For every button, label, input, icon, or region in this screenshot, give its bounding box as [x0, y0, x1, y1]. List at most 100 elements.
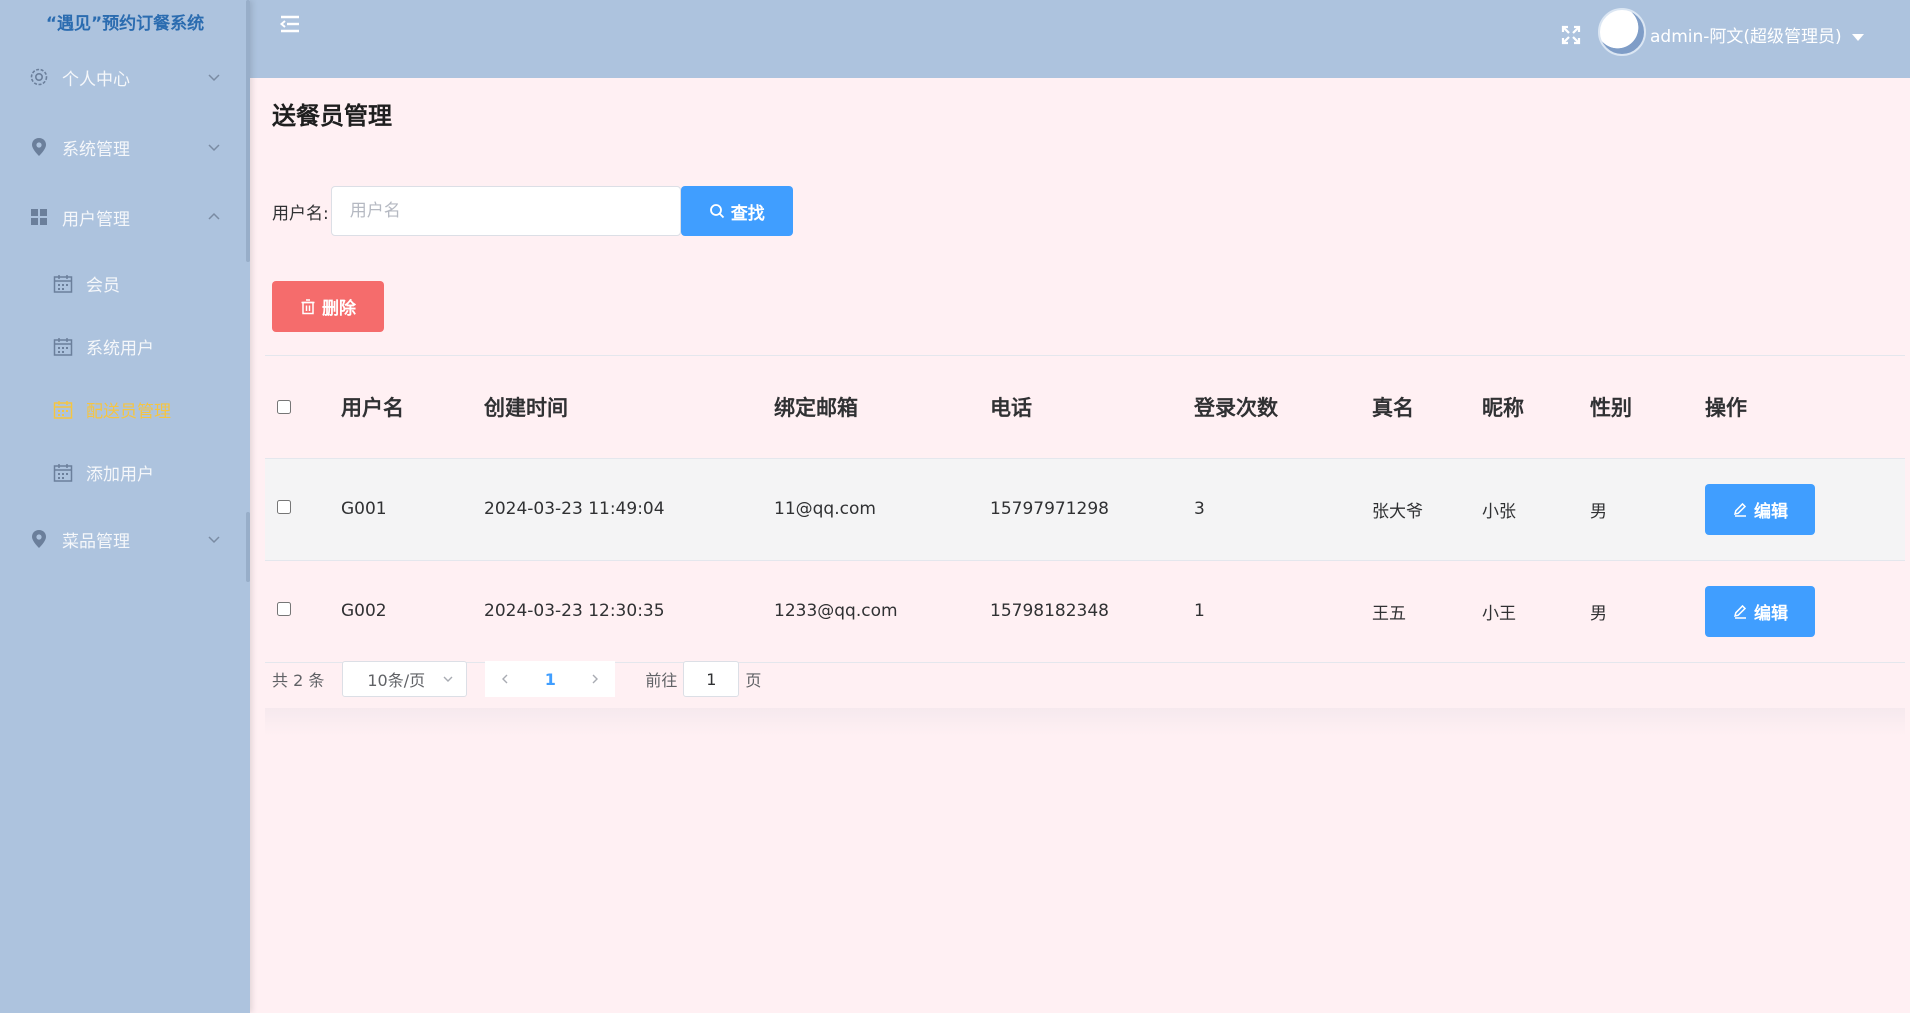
sidebar-item-label: 会员 [86, 276, 120, 296]
cell-logins: 3 [1194, 499, 1205, 519]
row-select-cell [265, 560, 341, 662]
page-size-select[interactable]: 10条/页 [342, 661, 468, 697]
top-header: admin-阿文(超级管理员) [250, 0, 1910, 78]
delete-button[interactable]: 删除 [272, 281, 384, 332]
calendar-icon [52, 273, 74, 295]
search-label: 用户名: [272, 203, 329, 224]
column-header: 操作 [1705, 356, 1905, 459]
row-checkbox[interactable] [277, 602, 291, 616]
sidebar-item-personal-center[interactable]: 个人中心 [0, 42, 250, 112]
column-header[interactable]: 用户名 [341, 356, 484, 459]
table-header-row: 用户名 创建时间 绑定邮箱 电话 登录次数 真名 昵称 性别 操作 [265, 356, 1905, 459]
edit-button-label: 编辑 [1754, 501, 1788, 522]
cell-realname: 张大爷 [1372, 501, 1423, 522]
cell-username: G001 [341, 499, 387, 519]
sidebar-item-label: 系统管理 [62, 139, 130, 160]
column-header[interactable]: 真名 [1372, 356, 1482, 459]
sidebar-item-add-user[interactable]: 添加用户 [0, 441, 250, 504]
cell-nickname: 小张 [1482, 501, 1516, 522]
goto-page-input[interactable] [683, 661, 740, 697]
edit-icon [1732, 501, 1748, 517]
column-header[interactable]: 创建时间 [484, 356, 774, 459]
edit-button[interactable]: 编辑 [1705, 483, 1815, 535]
search-icon [709, 203, 725, 219]
sidebar-item-system-users[interactable]: 系统用户 [0, 315, 250, 378]
cell-gender: 男 [1590, 501, 1607, 522]
edit-button[interactable]: 编辑 [1705, 585, 1815, 637]
page-title: 送餐员管理 [272, 102, 392, 130]
page-size-value: 10条/页 [367, 671, 426, 690]
cell-action: 编辑 [1705, 560, 1905, 662]
chevron-right-icon [592, 674, 599, 684]
location-pin-icon [28, 136, 50, 158]
search-button[interactable]: 查找 [680, 186, 793, 236]
column-header[interactable]: 性别 [1590, 356, 1705, 459]
cell-gender: 男 [1590, 603, 1607, 624]
sidebar-item-dish-management[interactable]: 菜品管理 [0, 504, 250, 574]
pagination: 共 2 条 10条/页 1 前往 页 [272, 661, 761, 697]
delete-button-label: 删除 [322, 299, 356, 319]
user-name-label: admin-阿文(超级管理员) [1650, 27, 1842, 47]
sidebar-menu: 个人中心 系统管理 用户管理 会员 系统用户 配送员管理 添加用户 菜品管理 [0, 42, 250, 574]
app-title: “遇见”预约订餐系统 [45, 13, 205, 34]
row-select-cell [265, 458, 341, 560]
sidebar-item-members[interactable]: 会员 [0, 252, 250, 315]
trash-icon [300, 298, 316, 315]
prev-page-button[interactable] [485, 661, 525, 697]
search-form: 用户名: 查找 [272, 186, 793, 236]
edit-button-label: 编辑 [1754, 603, 1788, 624]
chevron-left-icon [502, 674, 508, 684]
edit-icon [1732, 603, 1748, 619]
sidebar-scrollbar-lower[interactable] [246, 512, 250, 582]
main-content: 送餐员管理 用户名: 查找 删除 用户名 创建时间 绑定 [250, 78, 1910, 1013]
pagination-nav: 1 [485, 661, 616, 697]
select-all-cell [265, 356, 341, 459]
cell-realname: 王五 [1372, 603, 1406, 624]
calendar-icon [52, 462, 74, 484]
cell-created: 2024-03-23 11:49:04 [484, 499, 665, 519]
chevron-down-icon [208, 144, 220, 152]
cell-created: 2024-03-23 12:30:35 [484, 601, 665, 621]
sidebar-item-label: 添加用户 [86, 465, 154, 485]
pagination-total: 共 2 条 [272, 671, 325, 690]
table-row[interactable]: G002 2024-03-23 12:30:35 1233@qq.com 157… [265, 560, 1905, 662]
sidebar-item-label: 个人中心 [62, 69, 130, 90]
column-header[interactable]: 电话 [990, 356, 1194, 459]
cell-email: 11@qq.com [774, 499, 876, 519]
table-row[interactable]: G001 2024-03-23 11:49:04 11@qq.com 15797… [265, 458, 1905, 560]
sidebar-item-label: 用户管理 [62, 209, 130, 230]
goto-label: 前往 [645, 671, 678, 690]
next-page-button[interactable] [575, 661, 615, 697]
chevron-down-icon [208, 536, 220, 544]
user-menu[interactable]: admin-阿文(超级管理员) [1650, 22, 1864, 47]
location-pin-icon [28, 528, 50, 550]
search-input[interactable] [330, 186, 681, 236]
goto-suffix: 页 [745, 671, 762, 690]
chevron-down-icon [208, 74, 220, 82]
cell-phone: 15798182348 [990, 601, 1109, 621]
sidebar-scrollbar[interactable] [246, 0, 250, 262]
sidebar: “遇见”预约订餐系统 个人中心 系统管理 用户管理 会员 系统用户 配送员管理 … [0, 0, 250, 1013]
column-header[interactable]: 绑定邮箱 [774, 356, 990, 459]
cell-username: G002 [341, 601, 387, 621]
fullscreen-icon[interactable] [1560, 24, 1582, 46]
column-header[interactable]: 昵称 [1482, 356, 1590, 459]
avatar[interactable] [1598, 8, 1646, 56]
row-checkbox[interactable] [277, 500, 291, 514]
calendar-icon [52, 336, 74, 358]
sidebar-item-system-management[interactable]: 系统管理 [0, 112, 250, 182]
cell-phone: 15797971298 [990, 499, 1109, 519]
grid-icon [28, 206, 50, 228]
column-header[interactable]: 登录次数 [1194, 356, 1372, 459]
select-all-checkbox[interactable] [277, 399, 291, 414]
sidebar-item-delivery-staff[interactable]: 配送员管理 [0, 378, 250, 441]
page-number[interactable]: 1 [525, 661, 575, 697]
search-button-label: 查找 [730, 203, 765, 224]
user-management-submenu: 会员 系统用户 配送员管理 添加用户 [0, 252, 250, 504]
gear-icon [28, 66, 50, 88]
sidebar-item-user-management[interactable]: 用户管理 [0, 182, 250, 252]
menu-toggle-icon[interactable] [278, 12, 302, 36]
cell-logins: 1 [1194, 601, 1205, 621]
sidebar-item-label: 系统用户 [86, 339, 154, 359]
sidebar-item-label: 配送员管理 [86, 402, 171, 422]
